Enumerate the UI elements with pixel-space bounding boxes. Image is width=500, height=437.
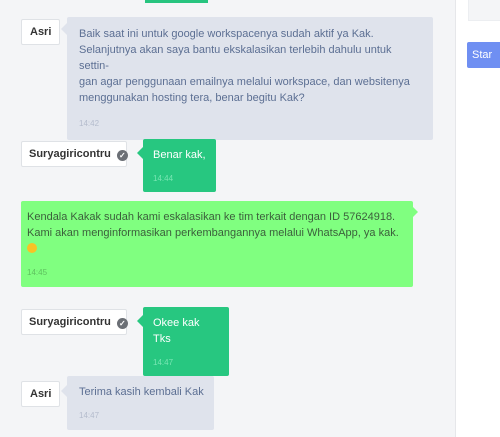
message-time: 14:47	[79, 411, 100, 420]
message-bubble-customer: Okee kak Tks 14:47	[143, 307, 229, 376]
message-text: Okee kak Tks	[153, 317, 200, 345]
message-line: gan agar penggunaan emailnya melalui wor…	[79, 76, 410, 88]
message-bubble-system: Kendala Kakak sudah kami eskalasikan ke …	[21, 201, 413, 287]
sender-chip-agent: Asri	[21, 381, 61, 407]
message-time: 14:42	[79, 119, 100, 128]
message-time: 14:44	[153, 174, 174, 183]
verified-check-icon: ✓	[116, 150, 128, 161]
chat-panel: Asri Baik saat ini untuk google workspac…	[0, 0, 455, 437]
message-line: Baik saat ini untuk google workspacenya …	[79, 28, 374, 40]
message-line: Kendala Kakak sudah kami eskalasikan ke …	[27, 211, 396, 223]
message-text: Terima kasih kembali Kak	[79, 386, 204, 398]
message-time: 14:45	[27, 268, 48, 277]
sender-chip-agent: Asri	[21, 19, 61, 45]
message-bubble-agent: Terima kasih kembali Kak 14:47	[67, 376, 214, 430]
message-line: Kami akan menginformasikan perkembangann…	[27, 227, 399, 239]
verified-check-icon: ✓	[116, 318, 128, 329]
message-line: Selanjutnya akan saya bantu ekskalasikan…	[79, 44, 392, 72]
sender-name: Asri	[30, 26, 52, 38]
sender-name: Suryagiricontru	[29, 316, 111, 328]
message-time: 14:47	[153, 358, 174, 367]
sidebar-field	[468, 0, 500, 21]
message-text: Benar kak,	[153, 149, 206, 161]
right-sidebar: Star	[455, 0, 500, 437]
sender-name: Asri	[30, 388, 52, 400]
previous-message-edge	[145, 0, 208, 3]
sender-name: Suryagiricontru	[29, 148, 111, 160]
start-button[interactable]: Star	[467, 42, 500, 68]
message-bubble-customer: Benar kak, 14:44	[143, 139, 216, 192]
message-line: menggunakan hosting tera, benar begitu K…	[79, 92, 305, 104]
sender-chip-customer: Suryagiricontru ✓	[21, 309, 128, 335]
sender-chip-customer: Suryagiricontru ✓	[21, 141, 128, 167]
smiley-icon	[27, 243, 37, 253]
message-bubble-agent: Baik saat ini untuk google workspacenya …	[67, 17, 433, 140]
